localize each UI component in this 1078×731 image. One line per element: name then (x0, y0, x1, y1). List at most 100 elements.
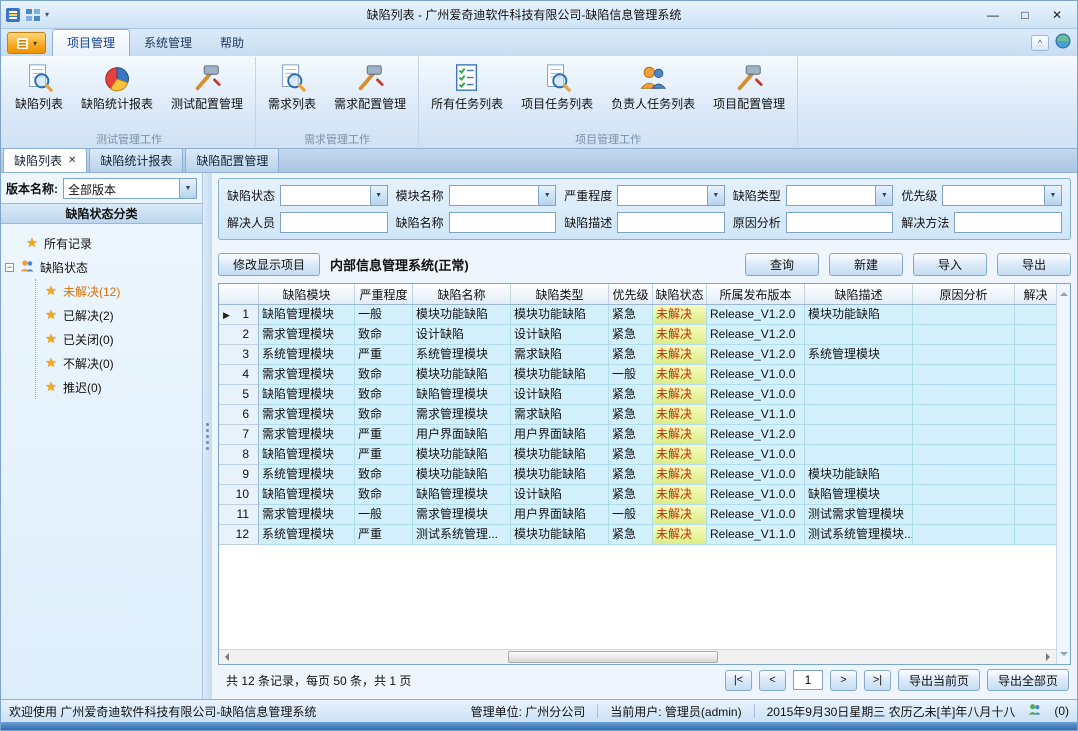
grid-cell[interactable]: 设计缺陷 (511, 385, 609, 405)
table-row[interactable]: 5缺陷管理模块致命缺陷管理模块设计缺陷紧急未解决Release_V1.0.0 (219, 385, 1056, 405)
grid-cell[interactable]: Release_V1.1.0 (707, 525, 805, 545)
filter-resolver-input[interactable] (280, 212, 388, 233)
grid-cell[interactable] (1015, 385, 1056, 405)
grid-cell[interactable] (1015, 465, 1056, 485)
tree-item-all-records[interactable]: 所有记录 (5, 231, 198, 255)
tree-item-postponed[interactable]: 推迟(0) (44, 375, 198, 399)
collapse-ribbon-icon[interactable]: ^ (1031, 35, 1049, 51)
row-header[interactable]: 11 (219, 505, 259, 525)
doc-tab-defect-config[interactable]: 缺陷配置管理 (185, 148, 279, 172)
grid-cell[interactable]: 系统管理模块 (259, 345, 355, 365)
column-header[interactable]: 所属发布版本 (707, 284, 805, 304)
grid-cell[interactable]: 未解决 (653, 345, 707, 365)
ribbon-tab-help[interactable]: 帮助 (206, 30, 258, 56)
ribbon-button-project-tasks[interactable]: 项目任务列表 (512, 59, 602, 114)
grid-cell[interactable]: 未解决 (653, 505, 707, 525)
column-header[interactable]: 缺陷类型 (511, 284, 609, 304)
grid-cell[interactable]: 模块功能缺陷 (413, 465, 511, 485)
close-button[interactable]: ✕ (1041, 5, 1073, 25)
table-row[interactable]: 4需求管理模块致命模块功能缺陷模块功能缺陷一般未解决Release_V1.0.0 (219, 365, 1056, 385)
grid-cell[interactable]: 模块功能缺陷 (511, 445, 609, 465)
row-header[interactable]: 1 (219, 305, 259, 325)
filter-defect-status-combo[interactable] (280, 185, 388, 206)
grid-cell[interactable] (805, 325, 913, 345)
grid-cell[interactable]: 模块功能缺陷 (511, 365, 609, 385)
grid-cell[interactable]: 紧急 (609, 385, 653, 405)
tree-item-defect-status[interactable]: 缺陷状态 (5, 255, 198, 279)
grid-cell[interactable] (913, 305, 1015, 325)
import-button[interactable]: 导入 (913, 253, 987, 276)
first-page-button[interactable]: |< (725, 670, 752, 691)
grid-cell[interactable] (1015, 445, 1056, 465)
grid-cell[interactable] (913, 485, 1015, 505)
scroll-left-icon[interactable] (219, 650, 234, 664)
column-header[interactable]: 缺陷名称 (413, 284, 511, 304)
grid-cell[interactable]: 需求管理模块 (259, 325, 355, 345)
ribbon-button-project-config[interactable]: 项目配置管理 (704, 59, 794, 114)
grid-cell[interactable]: Release_V1.0.0 (707, 485, 805, 505)
grid-cell[interactable]: 需求管理模块 (259, 425, 355, 445)
ribbon-button-owner-tasks[interactable]: 负责人任务列表 (602, 59, 704, 114)
grid-cell[interactable]: 模块功能缺陷 (511, 525, 609, 545)
grid-cell[interactable]: 用户界面缺陷 (511, 425, 609, 445)
grid-cell[interactable] (805, 445, 913, 465)
ribbon-button-defect-report[interactable]: 缺陷统计报表 (72, 59, 162, 114)
grid-cell[interactable] (913, 525, 1015, 545)
export-current-page-button[interactable]: 导出当前页 (898, 669, 980, 691)
grid-cell[interactable]: Release_V1.0.0 (707, 385, 805, 405)
grid-cell[interactable]: 系统管理模块 (413, 345, 511, 365)
quick-access-dropdown-icon[interactable]: ▾ (45, 10, 49, 19)
grid-cell[interactable]: 未解决 (653, 405, 707, 425)
tree-item-not-resolved[interactable]: 不解决(0) (44, 351, 198, 375)
grid-cell[interactable]: 严重 (355, 525, 413, 545)
tree-item-unresolved[interactable]: 未解决(12) (44, 279, 198, 303)
grid-cell[interactable]: 紧急 (609, 445, 653, 465)
ribbon-button-test-config[interactable]: 测试配置管理 (162, 59, 252, 114)
table-row[interactable]: 11需求管理模块一般需求管理模块用户界面缺陷一般未解决Release_V1.0.… (219, 505, 1056, 525)
grid-cell[interactable]: Release_V1.0.0 (707, 465, 805, 485)
grid-cell[interactable]: Release_V1.2.0 (707, 325, 805, 345)
ribbon-tab-project-management[interactable]: 项目管理 (52, 29, 130, 56)
row-header[interactable]: 5 (219, 385, 259, 405)
grid-cell[interactable]: 测试需求管理模块 (805, 505, 913, 525)
grid-cell[interactable]: 模块功能缺陷 (413, 445, 511, 465)
grid-cell[interactable]: 致命 (355, 405, 413, 425)
chevron-down-icon[interactable] (179, 179, 196, 198)
grid-cell[interactable]: 紧急 (609, 305, 653, 325)
vertical-scrollbar[interactable] (1056, 284, 1070, 664)
grid-cell[interactable]: 紧急 (609, 345, 653, 365)
grid-cell[interactable] (1015, 405, 1056, 425)
grid-cell[interactable]: 严重 (355, 445, 413, 465)
grid-cell[interactable]: 未解决 (653, 425, 707, 445)
grid-cell[interactable]: 设计缺陷 (511, 325, 609, 345)
row-header[interactable]: 2 (219, 325, 259, 345)
grid-cell[interactable]: 未解决 (653, 445, 707, 465)
grid-cell[interactable] (913, 345, 1015, 365)
new-button[interactable]: 新建 (829, 253, 903, 276)
grid-cell[interactable] (913, 445, 1015, 465)
grid-cell[interactable]: 一般 (609, 365, 653, 385)
grid-cell[interactable]: 致命 (355, 385, 413, 405)
prev-page-button[interactable]: < (759, 670, 786, 691)
grid-cell[interactable]: 需求管理模块 (259, 505, 355, 525)
grid-cell[interactable] (805, 405, 913, 425)
column-header[interactable]: 严重程度 (355, 284, 413, 304)
tree-item-resolved[interactable]: 已解决(2) (44, 303, 198, 327)
grid-cell[interactable]: 缺陷管理模块 (413, 485, 511, 505)
ribbon-button-requirement-list[interactable]: 需求列表 (259, 59, 325, 114)
chevron-down-icon[interactable] (707, 186, 724, 205)
grid-cell[interactable] (913, 405, 1015, 425)
grid-cell[interactable]: 需求管理模块 (259, 365, 355, 385)
grid-cell[interactable]: 紧急 (609, 485, 653, 505)
grid-cell[interactable]: 未解决 (653, 525, 707, 545)
grid-cell[interactable] (913, 325, 1015, 345)
filter-cause-analysis-input[interactable] (786, 212, 894, 233)
grid-cell[interactable] (1015, 305, 1056, 325)
chevron-down-icon[interactable] (1044, 186, 1061, 205)
filter-defect-type-combo[interactable] (786, 185, 894, 206)
grid-cell[interactable]: 测试系统管理... (413, 525, 511, 545)
layout-icon[interactable] (25, 7, 41, 23)
last-page-button[interactable]: >| (864, 670, 891, 691)
scroll-up-icon[interactable] (1060, 288, 1068, 296)
grid-cell[interactable]: 系统管理模块 (259, 465, 355, 485)
